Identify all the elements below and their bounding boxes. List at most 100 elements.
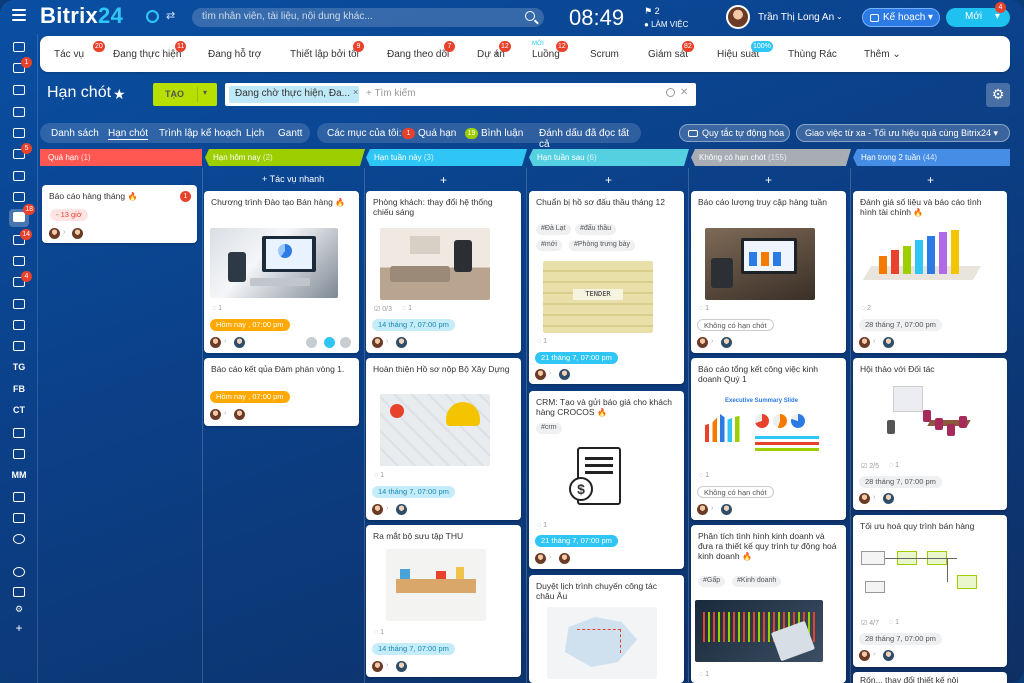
- menu-icon[interactable]: [12, 9, 26, 21]
- bank-icon[interactable]: [12, 427, 26, 439]
- work-status[interactable]: ● LÀM VIỆC: [644, 20, 688, 29]
- tab-scrum[interactable]: Scrum: [590, 49, 619, 60]
- view-deadline[interactable]: Hạn chót: [108, 128, 149, 140]
- tasks-icon[interactable]: 18: [9, 204, 35, 227]
- calendar-rail-icon[interactable]: [12, 84, 26, 96]
- tab-following[interactable]: Đang theo dõi 7: [387, 41, 455, 60]
- star-icon[interactable]: ★: [113, 86, 126, 103]
- tab-set-by-me[interactable]: Thiết lập bởi tôi 9: [290, 41, 364, 60]
- overdue-filter[interactable]: Quá hạn: [418, 128, 456, 139]
- clear-icon[interactable]: ✕: [680, 87, 688, 98]
- task-card[interactable]: Báo cáo lượng truy cập hàng tuần ◌ 1 Khô…: [691, 191, 846, 353]
- avatar[interactable]: [535, 553, 546, 564]
- avatar[interactable]: [859, 493, 870, 504]
- automation-rules-button[interactable]: Quy tắc tự động hóa: [679, 124, 790, 142]
- deadline-badge[interactable]: Hôm nay , 07:00 pm: [210, 319, 290, 331]
- pause-icon[interactable]: [306, 337, 317, 348]
- create-button[interactable]: TẠO ▾: [153, 83, 217, 106]
- avatar[interactable]: [859, 337, 870, 348]
- column-header-next-week[interactable]: Hạn tuần sau (6): [529, 149, 689, 166]
- tab-projects[interactable]: Dự án 12: [477, 41, 511, 60]
- task-card[interactable]: Đánh giá số liệu và báo cáo tình hình tà…: [853, 191, 1007, 353]
- add-task-button[interactable]: +: [366, 173, 521, 187]
- deadline-badge[interactable]: Hôm nay , 07:00 pm: [210, 391, 290, 403]
- task-card[interactable]: Chuẩn bị hồ sơ đấu thầu tháng 12 #Đà Lạt…: [529, 191, 684, 384]
- filter-icon[interactable]: 14: [12, 229, 32, 246]
- task-card[interactable]: Rốn... thay đổi thiết kế nội: [853, 672, 1007, 683]
- task-card[interactable]: Ra mắt bộ sưu tập THU ◌ 1 14 tháng 7, 07…: [366, 525, 521, 677]
- cart-icon[interactable]: [12, 298, 26, 310]
- tag[interactable]: #Kinh doanh: [732, 576, 782, 587]
- deadline-badge[interactable]: 14 tháng 7, 07:00 pm: [372, 643, 455, 655]
- deadline-badge[interactable]: 14 tháng 7, 07:00 pm: [372, 486, 455, 498]
- search-input[interactable]: tìm nhân viên, tài liệu, nội dung khác..…: [192, 8, 544, 27]
- chevron-down-icon[interactable]: ▾: [203, 88, 207, 97]
- avatar[interactable]: [697, 504, 708, 515]
- deadline-badge[interactable]: 28 tháng 7, 07:00 pm: [859, 633, 942, 645]
- task-card[interactable]: Hội thảo với Đối tác ☑ 2/5 ◌ 1 28 tháng …: [853, 358, 1007, 510]
- avatar[interactable]: [210, 337, 221, 348]
- chip-close-icon[interactable]: ×: [353, 87, 358, 97]
- task-card[interactable]: Báo cáo tổng kết công việc kinh doanh Qu…: [691, 358, 846, 520]
- user-name[interactable]: Trần Thị Long An: [758, 12, 834, 23]
- deadline-badge[interactable]: 14 tháng 7, 07:00 pm: [372, 319, 455, 331]
- tab-assisting[interactable]: Đang hỗ trợ: [208, 49, 261, 60]
- chart-icon[interactable]: [12, 491, 26, 503]
- view-list[interactable]: Danh sách: [51, 128, 99, 139]
- tab-tasks[interactable]: Tác vụ 20: [54, 41, 105, 60]
- add-task-button[interactable]: +: [531, 173, 686, 187]
- play-icon[interactable]: [324, 337, 335, 348]
- deadline-badge[interactable]: 28 tháng 7, 07:00 pm: [859, 476, 942, 488]
- task-card[interactable]: Hoàn thiện Hồ sơ nộp Bộ Xây Dựng ◌ 1 14 …: [366, 358, 521, 520]
- task-card[interactable]: Duyệt lịch trình chuyến công tác châu Âu: [529, 575, 684, 683]
- flow-icon[interactable]: [12, 41, 26, 53]
- view-calendar[interactable]: Lịch: [246, 128, 264, 139]
- deadline-badge[interactable]: 28 tháng 7, 07:00 pm: [859, 319, 942, 331]
- avatar[interactable]: [396, 504, 407, 515]
- avatar[interactable]: [559, 369, 570, 380]
- settings-icon[interactable]: ⚙: [12, 604, 26, 616]
- view-gantt[interactable]: Gantt: [278, 128, 302, 139]
- column-header-two-weeks[interactable]: Hạn trong 2 tuần (44): [853, 149, 1010, 166]
- truck-icon[interactable]: [12, 319, 26, 331]
- column-header-overdue[interactable]: Quá hạn (1): [40, 149, 202, 166]
- avatar[interactable]: [883, 337, 894, 348]
- avatar[interactable]: [234, 409, 245, 420]
- sitemap-icon[interactable]: [12, 586, 26, 598]
- avatar[interactable]: [721, 337, 732, 348]
- remote-work-button[interactable]: Giao việc từ xa - Tối ưu hiệu quả cùng B…: [796, 124, 1010, 142]
- tab-trash[interactable]: Thùng Rác: [788, 49, 837, 60]
- deadline-badge[interactable]: Không có hạn chót: [697, 486, 774, 498]
- task-card[interactable]: CRM: Tạo và gửi báo giá cho khách hàng C…: [529, 391, 684, 569]
- task-card[interactable]: Phân tích tình hình kinh doanh và đưa ra…: [691, 525, 846, 683]
- deadline-badge[interactable]: - 13 giờ: [50, 209, 88, 221]
- box-icon[interactable]: [12, 340, 26, 352]
- add-task-button[interactable]: +: [853, 173, 1008, 187]
- filter-chip[interactable]: Đang chờ thực hiện, Đa...: [229, 86, 359, 103]
- tag[interactable]: #đấu thầu: [575, 224, 617, 235]
- column-header-today[interactable]: Hạn hôm nay (2): [205, 149, 365, 166]
- filter-placeholder[interactable]: + Tìm kiếm: [366, 88, 416, 99]
- logo[interactable]: Bitrix24: [40, 3, 123, 29]
- feed-icon[interactable]: 1: [12, 57, 32, 74]
- column-header-no-deadline[interactable]: Không có hạn chót (155): [691, 149, 851, 166]
- stop-icon[interactable]: [340, 337, 351, 348]
- avatar[interactable]: [883, 493, 894, 504]
- flag-indicator[interactable]: ⚑ 2: [644, 6, 660, 17]
- comments-filter[interactable]: Bình luận: [481, 128, 523, 139]
- avatar[interactable]: [396, 661, 407, 672]
- avatar[interactable]: [372, 661, 383, 672]
- task-card[interactable]: Báo cáo hàng tháng 🔥 1 - 13 giờ ›: [42, 185, 197, 243]
- search-icon[interactable]: [666, 88, 675, 97]
- swap-icon[interactable]: ⇄: [166, 9, 175, 22]
- rail-tg[interactable]: TG: [10, 362, 28, 374]
- tag[interactable]: #Gấp: [698, 576, 726, 587]
- task-card[interactable]: Phòng khách: thay đổi hệ thống chiếu sán…: [366, 191, 521, 353]
- plan-button[interactable]: Kế hoạch ▾: [862, 8, 940, 27]
- chevron-down-icon[interactable]: ⌄: [836, 12, 843, 21]
- filter-search-bar[interactable]: Đang chờ thực hiện, Đa... × + Tìm kiếm: [225, 83, 696, 106]
- rail-fb[interactable]: FB: [10, 384, 28, 396]
- avatar[interactable]: [559, 553, 570, 564]
- avatar[interactable]: [859, 650, 870, 661]
- avatar[interactable]: [697, 337, 708, 348]
